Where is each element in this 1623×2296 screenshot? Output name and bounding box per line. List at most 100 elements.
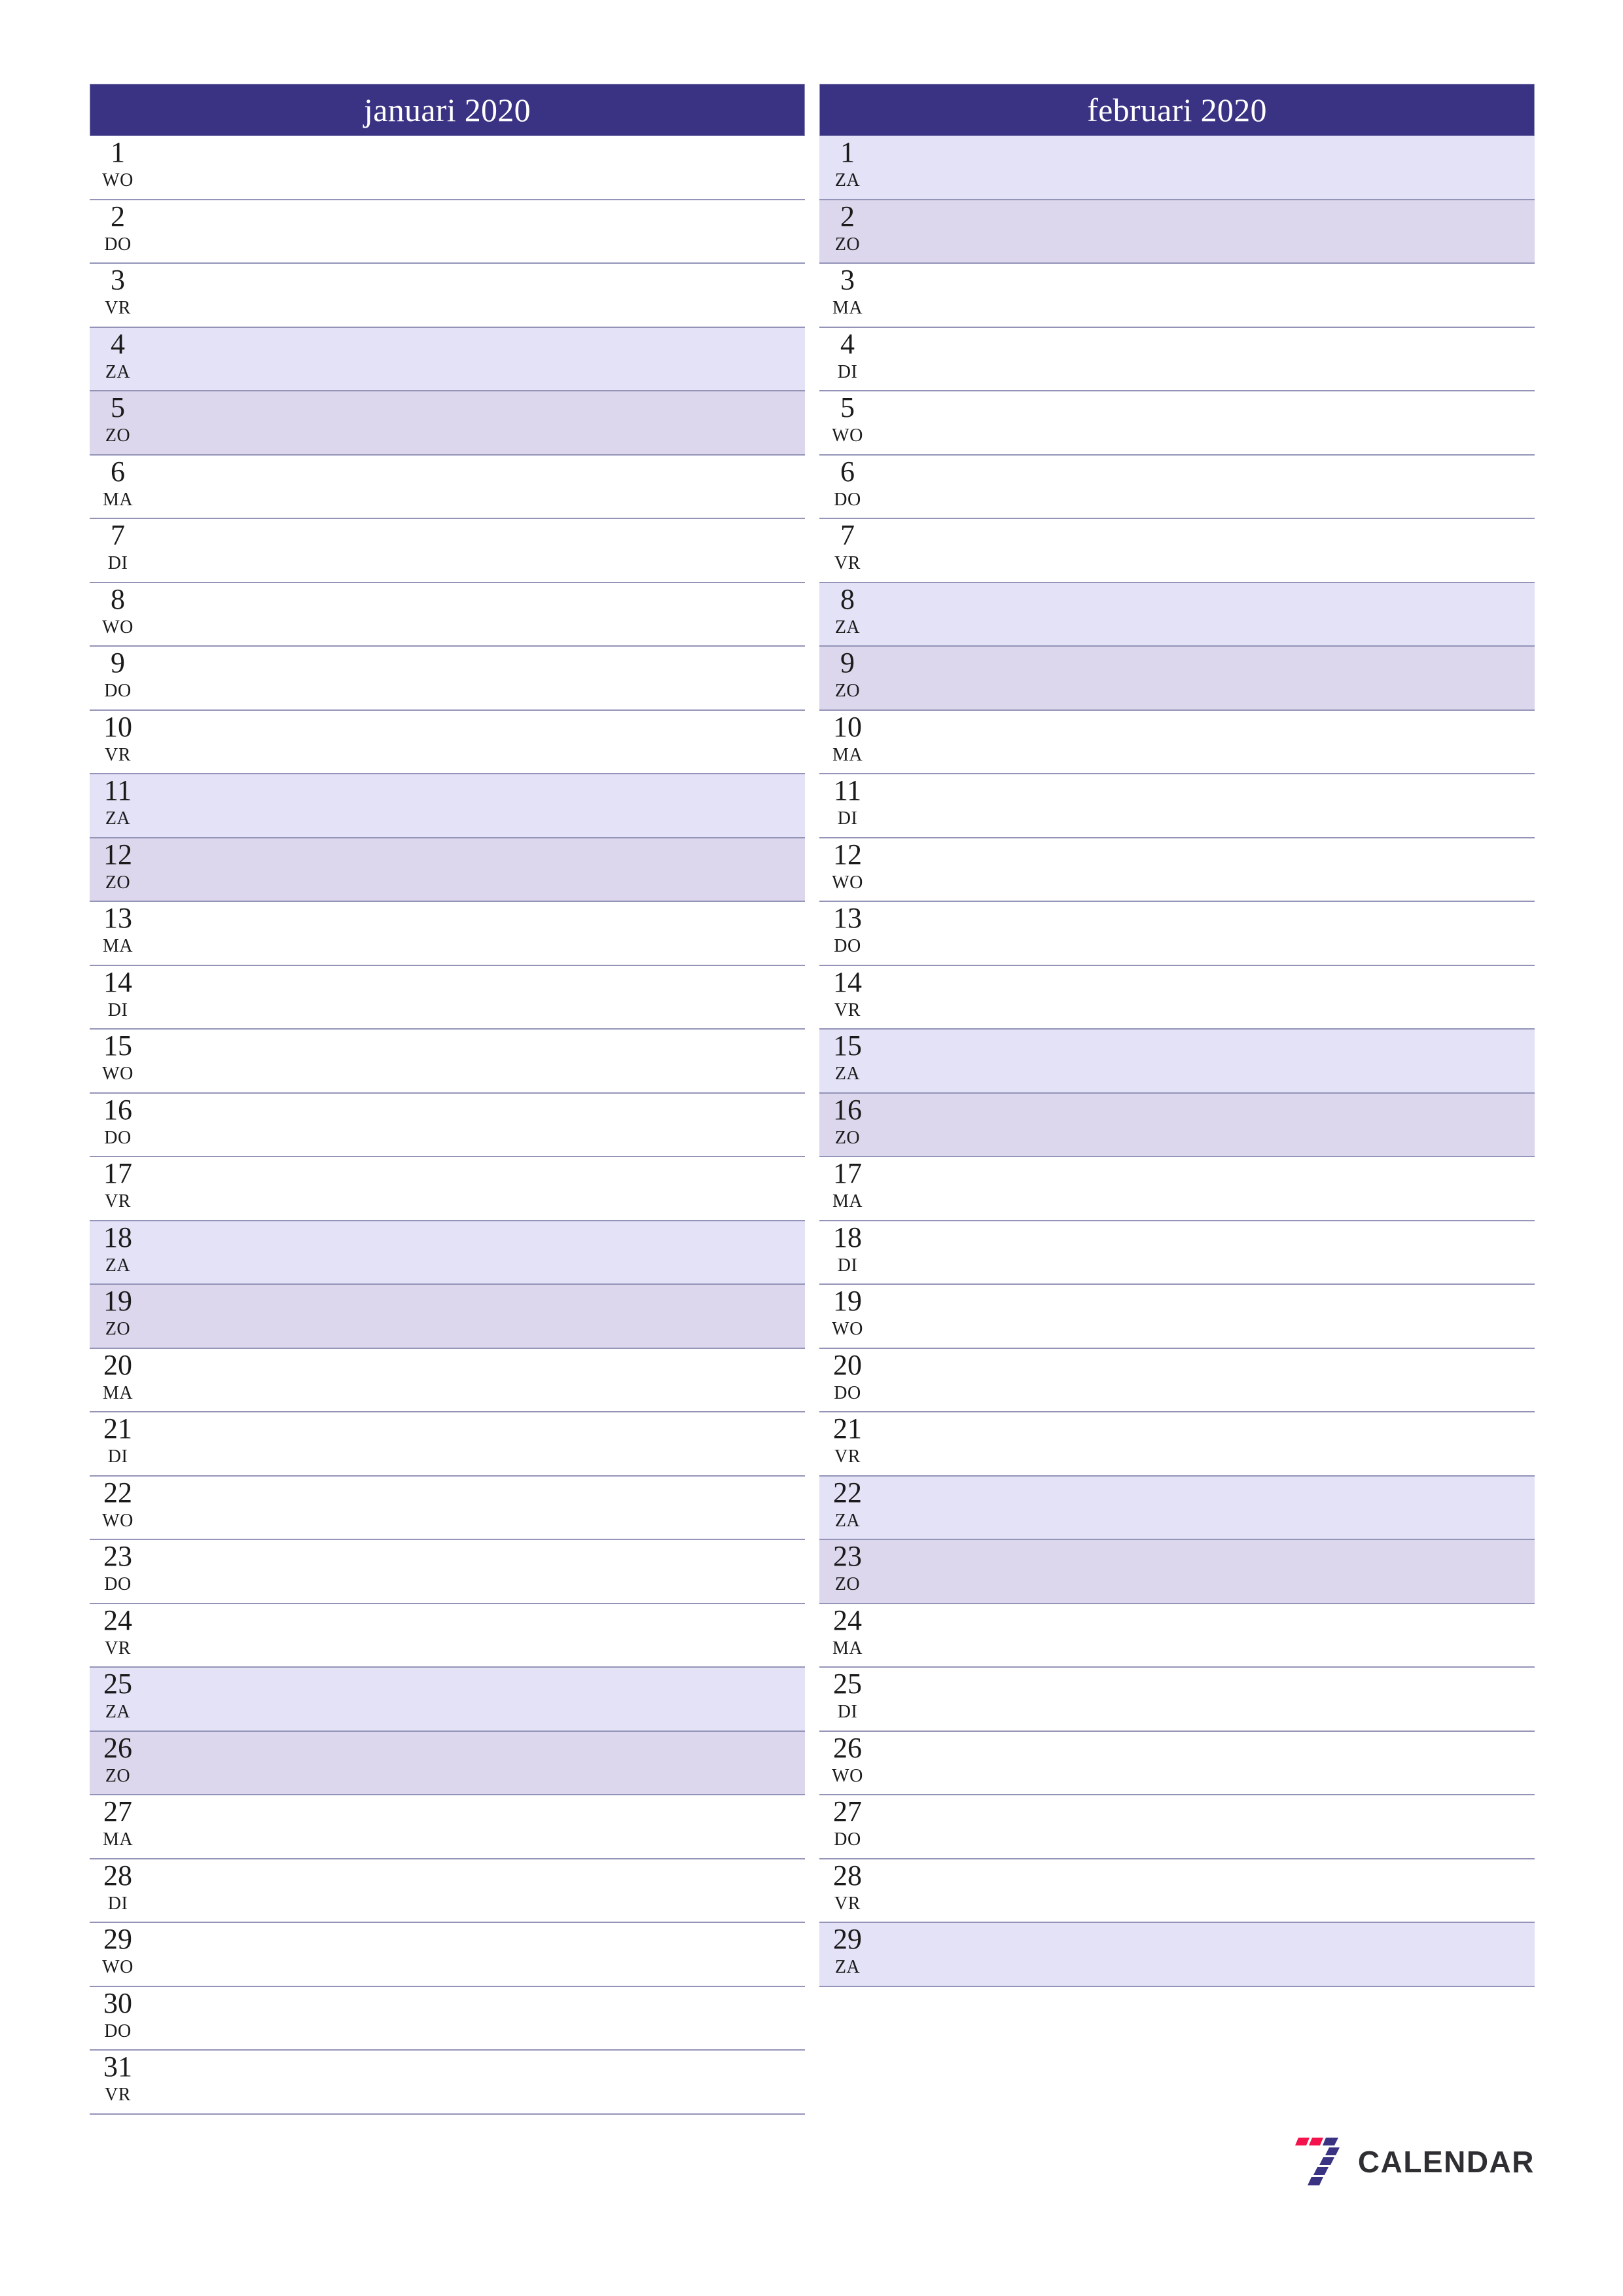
day-weekday-abbr: ZO — [105, 425, 131, 446]
day-weekday-abbr: WO — [832, 1765, 863, 1786]
day-row[interactable]: 25 DI — [819, 1668, 1535, 1732]
day-row[interactable]: 24 VR — [90, 1604, 805, 1668]
day-list-february: 1 ZA 2 ZO 3 MA 4 DI 5 WO 6 DO 7 VR 8 ZA 9 ZO 10 MA 11 DI 12 WO 1… — [819, 136, 1535, 1987]
day-number: 5 — [840, 391, 855, 423]
day-row[interactable]: 1 WO — [90, 136, 805, 200]
day-number: 22 — [103, 1476, 132, 1509]
day-row[interactable]: 10 MA — [819, 710, 1535, 774]
day-weekday-abbr: VR — [834, 1893, 861, 1914]
day-row[interactable]: 4 ZA — [90, 327, 805, 391]
day-number: 13 — [103, 902, 132, 934]
day-row[interactable]: 14 VR — [819, 965, 1535, 1030]
day-number: 5 — [111, 391, 125, 423]
day-row[interactable]: 7 DI — [90, 519, 805, 583]
day-number: 31 — [103, 2051, 132, 2083]
day-row[interactable]: 18 ZA — [90, 1221, 805, 1285]
day-row[interactable]: 17 VR — [90, 1157, 805, 1221]
day-number: 25 — [103, 1668, 132, 1700]
day-row[interactable]: 5 WO — [819, 391, 1535, 456]
day-weekday-abbr: WO — [102, 617, 134, 637]
day-row[interactable]: 10 VR — [90, 710, 805, 774]
day-weekday-abbr: ZA — [105, 808, 131, 829]
day-row[interactable]: 26 ZO — [90, 1731, 805, 1795]
day-row[interactable]: 22 ZA — [819, 1476, 1535, 1540]
day-row[interactable]: 28 VR — [819, 1859, 1535, 1923]
day-row[interactable]: 18 DI — [819, 1221, 1535, 1285]
day-row[interactable]: 5 ZO — [90, 391, 805, 456]
day-row[interactable]: 20 DO — [819, 1348, 1535, 1412]
day-row[interactable]: 9 DO — [90, 647, 805, 711]
day-row[interactable]: 15 WO — [90, 1030, 805, 1094]
day-weekday-abbr: DI — [837, 808, 858, 829]
day-number: 22 — [833, 1476, 862, 1509]
day-row[interactable]: 26 WO — [819, 1731, 1535, 1795]
day-number: 18 — [103, 1221, 132, 1253]
day-row[interactable]: 8 ZA — [819, 583, 1535, 647]
day-row[interactable]: 6 MA — [90, 455, 805, 519]
day-row[interactable]: 17 MA — [819, 1157, 1535, 1221]
day-row[interactable]: 3 VR — [90, 264, 805, 328]
day-row[interactable]: 24 MA — [819, 1604, 1535, 1668]
day-row[interactable]: 13 MA — [90, 902, 805, 966]
day-number: 23 — [833, 1540, 862, 1572]
day-number: 28 — [103, 1859, 132, 1892]
day-row[interactable]: 11 ZA — [90, 774, 805, 838]
day-number: 3 — [840, 264, 855, 296]
day-weekday-abbr: ZO — [834, 1574, 861, 1594]
day-row[interactable]: 11 DI — [819, 774, 1535, 838]
day-row[interactable]: 19 WO — [819, 1285, 1535, 1349]
day-row[interactable]: 27 MA — [90, 1795, 805, 1859]
day-weekday-abbr: DO — [104, 1127, 132, 1148]
day-row[interactable]: 30 DO — [90, 1986, 805, 2051]
day-row[interactable]: 3 MA — [819, 264, 1535, 328]
day-weekday-abbr: DO — [834, 489, 861, 510]
day-row[interactable]: 21 VR — [819, 1412, 1535, 1477]
day-row[interactable]: 28 DI — [90, 1859, 805, 1923]
day-row[interactable]: 12 WO — [819, 838, 1535, 902]
day-weekday-abbr: ZO — [834, 234, 861, 255]
day-number: 29 — [103, 1923, 132, 1955]
day-row[interactable]: 25 ZA — [90, 1668, 805, 1732]
day-weekday-abbr: ZA — [834, 1957, 861, 1977]
day-weekday-abbr: VR — [834, 1446, 861, 1467]
day-row[interactable]: 23 DO — [90, 1540, 805, 1604]
day-row[interactable]: 23 ZO — [819, 1540, 1535, 1604]
day-row[interactable]: 21 DI — [90, 1412, 805, 1477]
day-number: 15 — [103, 1030, 132, 1062]
day-weekday-abbr: DI — [107, 1446, 128, 1467]
day-row[interactable]: 6 DO — [819, 455, 1535, 519]
day-row[interactable]: 1 ZA — [819, 136, 1535, 200]
day-number: 2 — [840, 200, 855, 232]
day-weekday-abbr: VR — [834, 999, 861, 1020]
day-row[interactable]: 15 ZA — [819, 1030, 1535, 1094]
day-row[interactable]: 22 WO — [90, 1476, 805, 1540]
day-number: 21 — [103, 1412, 132, 1444]
day-row[interactable]: 7 VR — [819, 519, 1535, 583]
day-number: 6 — [840, 455, 855, 488]
month-column-february: februari 2020 1 ZA 2 ZO 3 MA 4 DI 5 WO 6 DO 7 VR 8 ZA 9 Z… — [819, 84, 1535, 1987]
day-row[interactable]: 14 DI — [90, 965, 805, 1030]
day-row[interactable]: 8 WO — [90, 583, 805, 647]
day-row[interactable]: 2 DO — [90, 200, 805, 264]
day-row[interactable]: 19 ZO — [90, 1285, 805, 1349]
day-row[interactable]: 29 ZA — [819, 1923, 1535, 1987]
day-weekday-abbr: ZA — [834, 1064, 861, 1084]
day-row[interactable]: 9 ZO — [819, 647, 1535, 711]
day-row[interactable]: 16 DO — [90, 1093, 805, 1157]
day-weekday-abbr: DO — [834, 1829, 861, 1850]
day-row[interactable]: 20 MA — [90, 1348, 805, 1412]
day-weekday-abbr: DI — [107, 1893, 128, 1914]
day-row[interactable]: 16 ZO — [819, 1093, 1535, 1157]
day-number: 27 — [833, 1795, 862, 1827]
day-row[interactable]: 4 DI — [819, 327, 1535, 391]
day-row[interactable]: 31 VR — [90, 2051, 805, 2115]
day-row[interactable]: 29 WO — [90, 1923, 805, 1987]
day-weekday-abbr: ZA — [105, 1702, 131, 1722]
day-row[interactable]: 13 DO — [819, 902, 1535, 966]
day-number: 13 — [833, 902, 862, 934]
day-row[interactable]: 12 ZO — [90, 838, 805, 902]
day-row[interactable]: 27 DO — [819, 1795, 1535, 1859]
day-row[interactable]: 2 ZO — [819, 200, 1535, 264]
day-number: 27 — [103, 1795, 132, 1827]
day-number: 17 — [833, 1157, 862, 1189]
